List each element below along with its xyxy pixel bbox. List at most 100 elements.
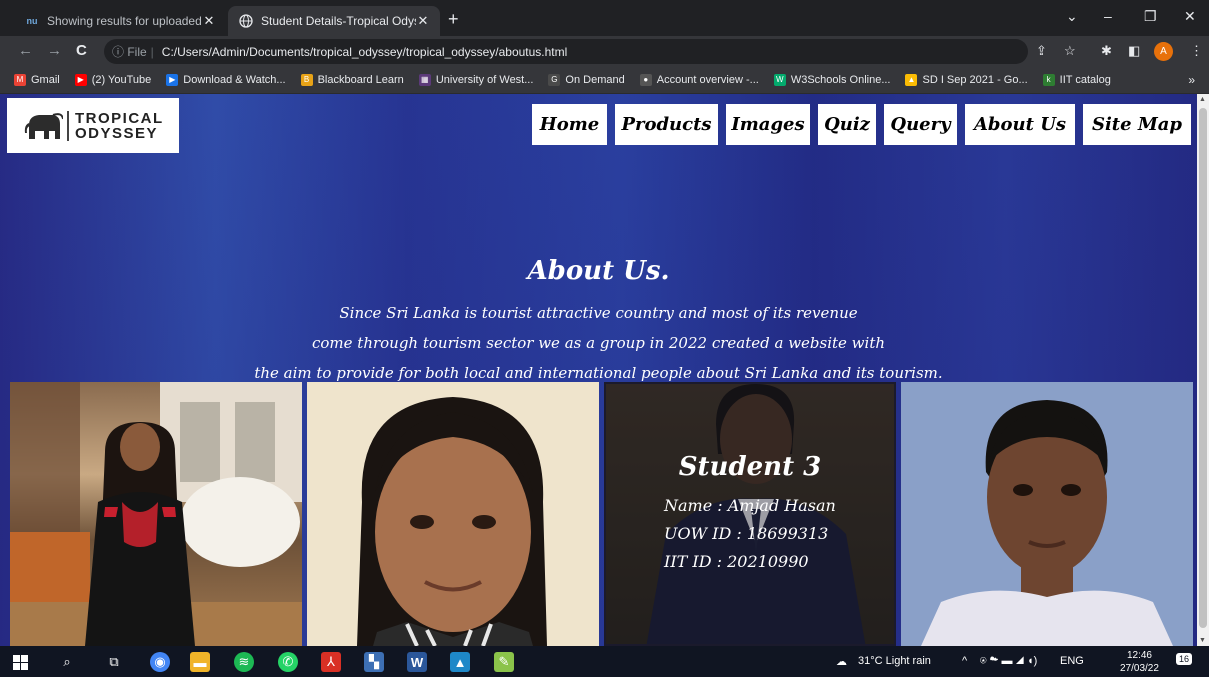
address-bar[interactable]: ⓘ File | C:/Users/Admin/Documents/tropic… bbox=[104, 39, 1028, 64]
bookmark-label: (2) YouTube bbox=[91, 74, 152, 86]
side-panel-icon[interactable]: ◧ bbox=[1128, 43, 1140, 59]
bookmark-favicon-icon: ● bbox=[639, 74, 652, 86]
logo-text: TROPICAL ODYSSEY bbox=[75, 111, 164, 141]
student-4-photo[interactable] bbox=[901, 382, 1193, 646]
bookmark-item[interactable]: B Blackboard Learn bbox=[300, 74, 404, 86]
word-icon[interactable]: W bbox=[407, 652, 427, 672]
acrobat-icon[interactable]: ⅄ bbox=[321, 652, 341, 672]
clock[interactable]: 12:46 27/03/22 bbox=[1120, 649, 1159, 675]
student-1-photo[interactable] bbox=[10, 382, 302, 646]
tab-title: Student Details-Tropical Odyssey bbox=[261, 14, 416, 28]
weather-icon[interactable]: ☁ bbox=[836, 655, 847, 668]
scroll-down-icon[interactable]: ▼ bbox=[1199, 637, 1206, 644]
tab-search-icon[interactable]: ⌄ bbox=[1066, 8, 1078, 25]
language-indicator[interactable]: ENG bbox=[1060, 655, 1084, 667]
tray-icons[interactable]: ⍟ ☁ ▬ ◢ ◖) bbox=[980, 655, 1037, 668]
back-icon[interactable]: ← bbox=[18, 42, 33, 59]
about-line-2: come through tourism sector we as a grou… bbox=[311, 334, 886, 352]
bookmark-item[interactable]: ▶ (2) YouTube bbox=[74, 74, 152, 86]
site-logo[interactable]: TROPICAL ODYSSEY bbox=[7, 98, 179, 153]
student-1-illustration bbox=[10, 382, 302, 646]
bookmark-favicon-icon: ▲ bbox=[905, 74, 918, 86]
close-tab-icon[interactable]: ✕ bbox=[202, 13, 216, 29]
student-3-photo[interactable]: Student 3 Name : Amjad Hasan UOW ID : 18… bbox=[604, 382, 896, 646]
nav-link-home[interactable]: Home bbox=[532, 104, 607, 145]
chrome-app-icon[interactable]: ◉ bbox=[150, 652, 170, 672]
bookmark-favicon-icon: k bbox=[1042, 74, 1055, 86]
bookmark-item[interactable]: ● Account overview -... bbox=[639, 74, 759, 86]
spotify-icon[interactable]: ≋ bbox=[234, 652, 254, 672]
bookmark-label: University of West... bbox=[435, 74, 534, 86]
new-tab-icon[interactable]: + bbox=[448, 9, 459, 30]
nav-link-site-map[interactable]: Site Map bbox=[1083, 104, 1191, 145]
app-icon[interactable]: ▚ bbox=[364, 652, 384, 672]
tray-overflow-icon[interactable]: ^ bbox=[962, 655, 967, 667]
bookmark-favicon-icon: ▶ bbox=[74, 74, 87, 86]
browser-tab-student-details[interactable]: Student Details-Tropical Odyssey ✕ bbox=[228, 6, 440, 36]
elephant-icon bbox=[24, 112, 63, 139]
nav-link-query[interactable]: Query bbox=[884, 104, 957, 145]
bookmark-star-icon[interactable]: ☆ bbox=[1064, 43, 1076, 59]
browser-toolbar: ← → C ⓘ File | C:/Users/Admin/Documents/… bbox=[0, 36, 1209, 67]
bookmark-item[interactable]: ▲ SD I Sep 2021 - Go... bbox=[905, 74, 1028, 86]
student-4-illustration bbox=[921, 400, 1173, 646]
photos-icon[interactable]: ▲ bbox=[450, 652, 470, 672]
editor-app-icon[interactable]: ✎ bbox=[494, 652, 514, 672]
student-3-title: Student 3 bbox=[678, 452, 822, 482]
windows-taskbar: ⌕ ⧉ ◉ ▬ ≋ ✆ ⅄ ▚ W ▲ ✎ ☁ 31°C Light rain … bbox=[0, 646, 1209, 677]
nav-link-products[interactable]: Products bbox=[615, 104, 718, 145]
close-tab-icon[interactable]: ✕ bbox=[416, 13, 430, 29]
bookmark-item[interactable]: ▶ Download & Watch... bbox=[166, 74, 286, 86]
clock-date: 27/03/22 bbox=[1120, 663, 1159, 674]
task-view-icon[interactable]: ⧉ bbox=[104, 652, 124, 672]
share-icon[interactable]: ⇪ bbox=[1036, 43, 1047, 59]
main-nav: Home Products Images Quiz Query About Us Site … bbox=[532, 104, 1197, 145]
nav-link-images[interactable]: Images bbox=[726, 104, 810, 145]
site-info-icon[interactable]: ⓘ File bbox=[112, 43, 147, 60]
search-icon[interactable]: ⌕ bbox=[57, 652, 77, 672]
bookmark-favicon-icon: B bbox=[300, 74, 313, 86]
browser-tab-results[interactable]: nu Showing results for uploaded file ✕ bbox=[14, 6, 226, 36]
student-photos: Student 3 Name : Amjad Hasan UOW ID : 18… bbox=[10, 382, 1194, 646]
bookmark-item[interactable]: M Gmail bbox=[14, 74, 60, 86]
bookmarks-overflow-icon[interactable]: » bbox=[1188, 73, 1195, 87]
bookmark-item[interactable]: ▦ University of West... bbox=[418, 74, 534, 86]
profile-avatar[interactable]: A bbox=[1154, 42, 1173, 61]
nav-link-quiz[interactable]: Quiz bbox=[818, 104, 876, 145]
bookmark-favicon-icon: M bbox=[14, 74, 26, 86]
page-scrollbar[interactable]: ▲ ▼ bbox=[1197, 94, 1209, 646]
restore-icon[interactable]: ❐ bbox=[1144, 8, 1157, 25]
close-window-icon[interactable]: ✕ bbox=[1184, 8, 1196, 25]
menu-icon[interactable]: ⋮ bbox=[1190, 43, 1203, 59]
about-heading: About Us. bbox=[527, 256, 670, 286]
forward-icon[interactable]: → bbox=[47, 42, 62, 59]
file-explorer-icon[interactable]: ▬ bbox=[190, 652, 210, 672]
extensions-icon[interactable]: ✱ bbox=[1101, 43, 1112, 59]
bookmark-item[interactable]: W W3Schools Online... bbox=[773, 74, 890, 86]
tab-strip: nu Showing results for uploaded file ✕ S… bbox=[0, 0, 1209, 36]
notifications-badge[interactable]: 16 bbox=[1176, 653, 1193, 665]
weather-text[interactable]: 31°C Light rain bbox=[858, 655, 931, 667]
nav-link-about-us[interactable]: About Us bbox=[965, 104, 1075, 145]
reload-icon[interactable]: C bbox=[76, 42, 87, 59]
bookmark-label: SD I Sep 2021 - Go... bbox=[922, 74, 1028, 86]
bookmark-item[interactable]: k IIT catalog bbox=[1042, 74, 1111, 86]
student-3-name: Name : Amjad Hasan bbox=[664, 496, 836, 515]
minimize-icon[interactable]: – bbox=[1104, 8, 1112, 24]
url-text[interactable]: C:/Users/Admin/Documents/tropical_odysse… bbox=[162, 45, 568, 59]
bookmark-item[interactable]: G On Demand bbox=[548, 74, 625, 86]
divider: | bbox=[150, 44, 154, 59]
scrollbar-thumb[interactable] bbox=[1199, 108, 1207, 628]
about-line-1: Since Sri Lanka is tourist attractive co… bbox=[339, 304, 858, 322]
bookmark-favicon-icon: ▶ bbox=[166, 74, 179, 86]
clock-time: 12:46 bbox=[1126, 650, 1152, 661]
page-viewport: TROPICAL ODYSSEY Home Products Images Quiz Q… bbox=[0, 94, 1197, 646]
student-2-photo[interactable] bbox=[307, 382, 599, 646]
bookmark-label: On Demand bbox=[565, 74, 625, 86]
scroll-up-icon[interactable]: ▲ bbox=[1199, 96, 1206, 103]
whatsapp-icon[interactable]: ✆ bbox=[278, 652, 298, 672]
windows-start-icon[interactable] bbox=[10, 652, 30, 672]
logo-line2: ODYSSEY bbox=[75, 124, 159, 142]
logo-divider bbox=[67, 110, 69, 141]
about-section: About Us. Since Sri Lanka is tourist att… bbox=[0, 256, 1197, 388]
